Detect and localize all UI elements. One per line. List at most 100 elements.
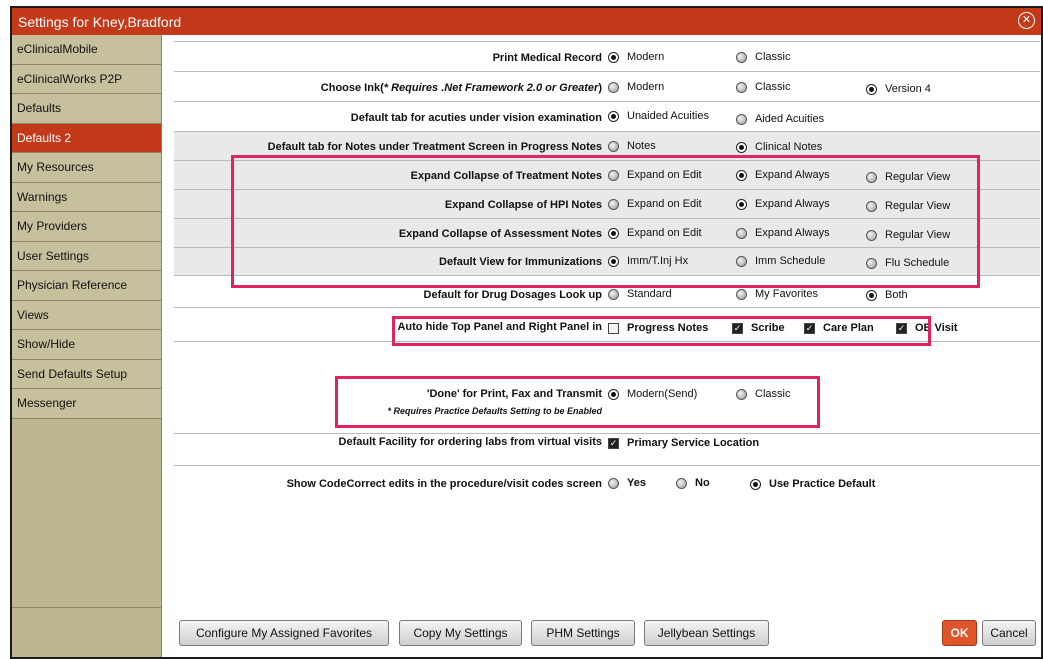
radio-done-modern-send[interactable]: Modern(Send) <box>608 388 697 400</box>
radio-print-classic[interactable]: Classic <box>736 51 790 63</box>
setting-row-choose-ink: Choose Ink(* Requires .Net Framework 2.0… <box>174 71 1040 101</box>
phm-settings-button[interactable]: PHM Settings <box>531 620 635 646</box>
setting-label: Default View for Immunizations <box>439 256 602 268</box>
checkbox-progress-notes[interactable]: Progress Notes <box>608 322 708 334</box>
radio-flu-schedule[interactable]: Flu Schedule <box>866 257 949 269</box>
setting-row-print-medical-record: Print Medical Record Modern Classic <box>174 41 1040 71</box>
checkbox-checked-icon: ✓ <box>896 322 907 334</box>
radio-print-modern[interactable]: Modern <box>608 51 664 63</box>
radio-icon <box>608 288 619 300</box>
radio-hpi-expand-edit[interactable]: Expand on Edit <box>608 198 702 210</box>
sidebar-item-eclinicalmobile[interactable]: eClinicalMobile <box>12 35 161 65</box>
radio-drug-standard[interactable]: Standard <box>608 288 672 300</box>
sidebar-item-eclinicalworks-p2p[interactable]: eClinicalWorks P2P <box>12 64 161 94</box>
radio-icon <box>736 388 747 400</box>
setting-label: Expand Collapse of HPI Notes <box>444 199 602 211</box>
jellybean-settings-button[interactable]: Jellybean Settings <box>644 620 769 646</box>
radio-selected-icon <box>736 198 747 210</box>
radio-assessment-expand-edit[interactable]: Expand on Edit <box>608 227 702 239</box>
radio-codecorrect-no[interactable]: No <box>676 477 710 489</box>
setting-label: Default tab for acuties under vision exa… <box>350 112 602 124</box>
radio-selected-icon <box>608 51 619 63</box>
setting-row-drug-dosages: Default for Drug Dosages Look up Standar… <box>174 275 1040 307</box>
ok-button[interactable]: OK <box>942 620 977 646</box>
setting-row-immunizations: Default View for Immunizations Imm/T.Inj… <box>174 247 1040 275</box>
sidebar-item-send-defaults-setup[interactable]: Send Defaults Setup <box>12 359 161 389</box>
radio-icon <box>608 477 619 489</box>
radio-selected-icon <box>750 478 761 490</box>
radio-notes-tab-notes[interactable]: Notes <box>608 140 656 152</box>
radio-icon <box>866 200 877 212</box>
cancel-button[interactable]: Cancel <box>982 620 1036 646</box>
checkbox-primary-service-location[interactable]: ✓ Primary Service Location <box>608 437 759 449</box>
radio-imm-hx[interactable]: Imm/T.Inj Hx <box>608 255 688 267</box>
radio-acuities-unaided[interactable]: Unaided Acuities <box>608 110 709 122</box>
radio-acuities-aided[interactable]: Aided Acuities <box>736 113 824 125</box>
sidebar: eClinicalMobile eClinicalWorks P2P Defau… <box>12 35 162 657</box>
radio-treatment-regular[interactable]: Regular View <box>866 171 950 183</box>
radio-icon <box>736 288 747 300</box>
radio-icon <box>608 140 619 152</box>
setting-label: Default Facility for ordering labs from … <box>338 436 602 448</box>
radio-drug-my-favorites[interactable]: My Favorites <box>736 288 818 300</box>
radio-treatment-expand-always[interactable]: Expand Always <box>736 169 830 181</box>
radio-icon <box>608 198 619 210</box>
sidebar-item-user-settings[interactable]: User Settings <box>12 241 161 271</box>
radio-selected-icon <box>736 141 747 153</box>
sidebar-footer <box>12 607 161 657</box>
setting-label: Default for Drug Dosages Look up <box>423 289 602 301</box>
sidebar-item-views[interactable]: Views <box>12 300 161 330</box>
radio-done-classic[interactable]: Classic <box>736 388 790 400</box>
setting-row-codecorrect: Show CodeCorrect edits in the procedure/… <box>174 465 1040 501</box>
radio-icon <box>676 477 687 489</box>
radio-codecorrect-practice-default[interactable]: Use Practice Default <box>750 478 875 490</box>
settings-dialog: Settings for Kney,Bradford ✕ eClinicalMo… <box>10 6 1043 659</box>
settings-content: Print Medical Record Modern Classic Choo… <box>174 41 1040 606</box>
radio-icon <box>736 113 747 125</box>
radio-icon <box>866 257 877 269</box>
radio-assessment-expand-always[interactable]: Expand Always <box>736 227 830 239</box>
radio-icon <box>866 171 877 183</box>
checkbox-care-plan[interactable]: ✓ Care Plan <box>804 322 874 334</box>
sidebar-item-messenger[interactable]: Messenger <box>12 389 161 419</box>
setting-label: Show CodeCorrect edits in the procedure/… <box>286 478 602 490</box>
sidebar-item-physician-reference[interactable]: Physician Reference <box>12 271 161 301</box>
footer-button-bar: Configure My Assigned Favorites Copy My … <box>174 620 1040 650</box>
setting-sublabel: * Requires Practice Defaults Setting to … <box>387 406 602 416</box>
radio-icon <box>866 229 877 241</box>
radio-hpi-regular[interactable]: Regular View <box>866 200 950 212</box>
checkbox-checked-icon: ✓ <box>732 322 743 334</box>
setting-label: 'Done' for Print, Fax and Transmit <box>426 388 602 400</box>
setting-label: Expand Collapse of Assessment Notes <box>398 228 602 240</box>
sidebar-item-my-resources[interactable]: My Resources <box>12 153 161 183</box>
radio-icon <box>736 227 747 239</box>
configure-favorites-button[interactable]: Configure My Assigned Favorites <box>179 620 389 646</box>
radio-ink-modern[interactable]: Modern <box>608 81 664 93</box>
setting-label: Expand Collapse of Treatment Notes <box>410 170 602 182</box>
sidebar-item-my-providers[interactable]: My Providers <box>12 212 161 242</box>
copy-settings-button[interactable]: Copy My Settings <box>399 620 522 646</box>
sidebar-item-show-hide[interactable]: Show/Hide <box>12 330 161 360</box>
radio-notes-tab-clinical[interactable]: Clinical Notes <box>736 141 822 153</box>
radio-selected-icon <box>608 227 619 239</box>
checkbox-ob-visit[interactable]: ✓ OB Visit <box>896 322 958 334</box>
sidebar-item-defaults-2[interactable]: Defaults 2 <box>12 123 161 153</box>
radio-ink-version-4[interactable]: Version 4 <box>866 83 931 95</box>
sidebar-item-warnings[interactable]: Warnings <box>12 182 161 212</box>
close-icon[interactable]: ✕ <box>1018 12 1035 29</box>
checkbox-icon <box>608 322 619 334</box>
radio-assessment-regular[interactable]: Regular View <box>866 229 950 241</box>
checkbox-checked-icon: ✓ <box>804 322 815 334</box>
radio-ink-classic[interactable]: Classic <box>736 81 790 93</box>
radio-selected-icon <box>608 388 619 400</box>
radio-treatment-expand-edit[interactable]: Expand on Edit <box>608 169 702 181</box>
radio-hpi-expand-always[interactable]: Expand Always <box>736 198 830 210</box>
radio-imm-schedule[interactable]: Imm Schedule <box>736 255 825 267</box>
radio-codecorrect-yes[interactable]: Yes <box>608 477 646 489</box>
radio-icon <box>608 81 619 93</box>
radio-drug-both[interactable]: Both <box>866 289 908 301</box>
title-bar: Settings for Kney,Bradford ✕ <box>12 8 1041 35</box>
checkbox-scribe[interactable]: ✓ Scribe <box>732 322 785 334</box>
radio-selected-icon <box>608 110 619 122</box>
sidebar-item-defaults[interactable]: Defaults <box>12 94 161 124</box>
